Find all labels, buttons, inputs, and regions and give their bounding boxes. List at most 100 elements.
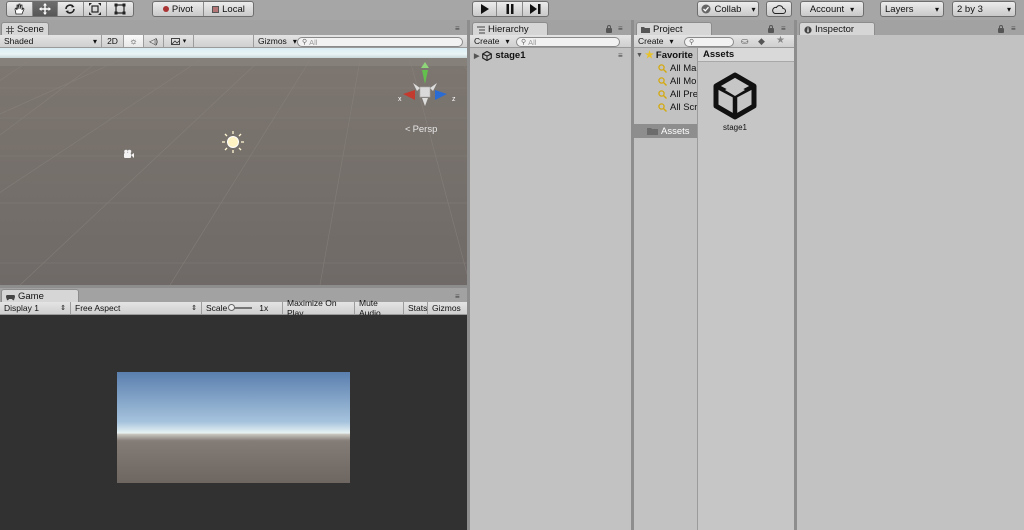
rect-tool-button[interactable] bbox=[107, 2, 133, 16]
project-lock-icon[interactable] bbox=[768, 25, 774, 33]
filter-type-icon[interactable]: ⛀ bbox=[741, 36, 749, 47]
game-view[interactable] bbox=[0, 315, 467, 530]
2d-label: 2D bbox=[107, 36, 118, 46]
scale-slider-thumb[interactable] bbox=[228, 304, 236, 311]
local-button[interactable]: Local bbox=[204, 2, 253, 16]
2d-toggle[interactable]: 2D bbox=[102, 35, 124, 47]
search-icon: ⚲ bbox=[689, 39, 695, 46]
scale-slider[interactable]: Scale 1x bbox=[202, 302, 283, 314]
transform-tools bbox=[6, 1, 134, 17]
asset-item-stage1[interactable]: stage1 bbox=[710, 72, 760, 132]
local-icon bbox=[212, 5, 220, 13]
inspector-lock-icon[interactable] bbox=[998, 25, 1004, 33]
project-folder-tree: ▼ ★ Favorite All Ma All Mo All Pre All S… bbox=[634, 48, 697, 530]
rect-icon bbox=[114, 3, 126, 15]
scene-search-input[interactable]: ⚲ All bbox=[297, 37, 463, 47]
layout-dropdown[interactable]: 2 by 3 bbox=[952, 1, 1016, 17]
hand-icon bbox=[14, 3, 25, 15]
hierarchy-menu-icon[interactable]: ≡ bbox=[618, 24, 623, 33]
rotate-tool-button[interactable] bbox=[58, 2, 84, 16]
display-dropdown[interactable]: Display 1 ⇕ bbox=[0, 302, 71, 314]
collab-label: Collab bbox=[714, 3, 742, 15]
speaker-icon: ◁) bbox=[149, 36, 158, 46]
effects-dropdown[interactable]: ▾ bbox=[164, 35, 194, 47]
tab-project[interactable]: Project bbox=[636, 22, 712, 36]
layers-dropdown[interactable]: Layers bbox=[880, 1, 944, 17]
inspector-menu-icon[interactable]: ≡ bbox=[1011, 24, 1016, 33]
scale-slider-track[interactable] bbox=[228, 304, 253, 311]
assets-breadcrumb[interactable]: Assets bbox=[698, 48, 794, 62]
account-dropdown[interactable]: Account bbox=[800, 1, 864, 17]
favorite-item[interactable]: All Ma bbox=[658, 63, 696, 74]
favorite-item[interactable]: All Mo bbox=[658, 76, 696, 87]
aspect-dropdown[interactable]: Free Aspect ⇕ bbox=[71, 302, 202, 314]
game-menu-icon[interactable]: ≡ bbox=[455, 292, 460, 301]
scene-view[interactable]: x z < Persp bbox=[0, 48, 467, 285]
hierarchy-lock-icon[interactable] bbox=[606, 25, 612, 33]
move-tool-button[interactable] bbox=[32, 2, 59, 16]
layout-label: 2 by 3 bbox=[957, 3, 983, 15]
play-button[interactable] bbox=[473, 2, 498, 16]
audio-toggle[interactable]: ◁) bbox=[144, 35, 164, 47]
main-toolbar: Pivot Local Collab Account Layers 2 by 3 bbox=[0, 0, 1024, 20]
project-create-dropdown[interactable]: Create bbox=[634, 35, 674, 47]
favorites-section[interactable]: ▼ ★ Favorite bbox=[636, 50, 693, 61]
unity-scene-asset-icon bbox=[713, 72, 757, 120]
lighting-toggle[interactable]: ☼ bbox=[124, 35, 144, 47]
filter-label-icon[interactable]: ◆ bbox=[758, 36, 765, 47]
project-asset-grid: Assets stage1 bbox=[697, 48, 794, 530]
project-search-input[interactable]: ⚲ bbox=[684, 37, 734, 47]
axis-x-label: x bbox=[398, 96, 402, 103]
tab-scene[interactable]: Scene bbox=[1, 22, 49, 36]
favorite-label: All Mo bbox=[670, 76, 697, 87]
play-icon bbox=[480, 4, 489, 14]
hierarchy-search-input[interactable]: ⚲ All bbox=[516, 37, 620, 47]
shading-mode-dropdown[interactable]: Shaded bbox=[0, 35, 102, 47]
stats-toggle[interactable]: Stats bbox=[404, 302, 428, 314]
favorite-item[interactable]: All Scr bbox=[658, 102, 697, 113]
tab-inspector[interactable]: Inspector bbox=[799, 22, 875, 36]
favorite-star-icon[interactable]: ★ bbox=[776, 35, 785, 46]
mute-audio-toggle[interactable]: Mute Audio bbox=[355, 298, 404, 318]
account-label: Account bbox=[809, 3, 845, 15]
scale-value: 1x bbox=[259, 303, 269, 313]
pause-button[interactable] bbox=[497, 2, 523, 16]
maximize-on-play-toggle[interactable]: Maximize On Play bbox=[283, 298, 355, 318]
tab-game[interactable]: Game bbox=[1, 289, 79, 303]
favorite-item[interactable]: All Pre bbox=[658, 89, 697, 100]
rotate-icon bbox=[65, 4, 76, 14]
scene-name-label: stage1 bbox=[495, 50, 526, 61]
move-icon bbox=[38, 3, 51, 15]
search-filter-icon bbox=[658, 77, 667, 86]
pivot-local-toggle: Pivot Local bbox=[152, 1, 254, 17]
cloud-button[interactable] bbox=[766, 1, 792, 17]
sun-icon: ☼ bbox=[129, 36, 138, 46]
scene-menu-icon[interactable]: ≡ bbox=[455, 24, 460, 33]
orientation-gizmo[interactable] bbox=[395, 62, 465, 122]
search-filter-icon bbox=[658, 103, 667, 112]
scene-row-stage1[interactable]: ▶ stage1 bbox=[470, 49, 631, 62]
persp-label: Persp bbox=[412, 124, 438, 135]
asset-item-label: stage1 bbox=[722, 123, 748, 132]
step-button[interactable] bbox=[523, 2, 548, 16]
tab-hierarchy[interactable]: Hierarchy bbox=[472, 22, 548, 36]
collapse-arrow-icon[interactable]: ▼ bbox=[636, 52, 643, 59]
folder-icon bbox=[641, 27, 650, 33]
collab-dropdown[interactable]: Collab bbox=[697, 1, 759, 17]
shading-mode-label: Shaded bbox=[4, 36, 34, 46]
search-icon: ⚲ bbox=[521, 39, 527, 46]
game-gizmos-toggle[interactable]: Gizmos bbox=[428, 302, 467, 314]
pivot-label: Pivot bbox=[171, 3, 194, 15]
assets-folder-row[interactable]: Assets bbox=[634, 124, 697, 138]
search-filter-icon bbox=[658, 64, 667, 73]
scale-tool-button[interactable] bbox=[84, 2, 108, 16]
hand-tool-button[interactable] bbox=[7, 2, 33, 16]
expand-arrow-icon[interactable]: ▶ bbox=[474, 52, 479, 60]
scene-row-menu-icon[interactable]: ≡ bbox=[618, 51, 623, 60]
pivot-button[interactable]: Pivot bbox=[153, 2, 204, 16]
hierarchy-create-dropdown[interactable]: Create bbox=[470, 35, 510, 47]
search-icon: ⚲ bbox=[302, 39, 308, 46]
projection-toggle[interactable]: < Persp bbox=[405, 124, 437, 135]
scene-gizmos-dropdown[interactable]: Gizmos bbox=[253, 35, 295, 47]
project-menu-icon[interactable]: ≡ bbox=[781, 24, 786, 33]
